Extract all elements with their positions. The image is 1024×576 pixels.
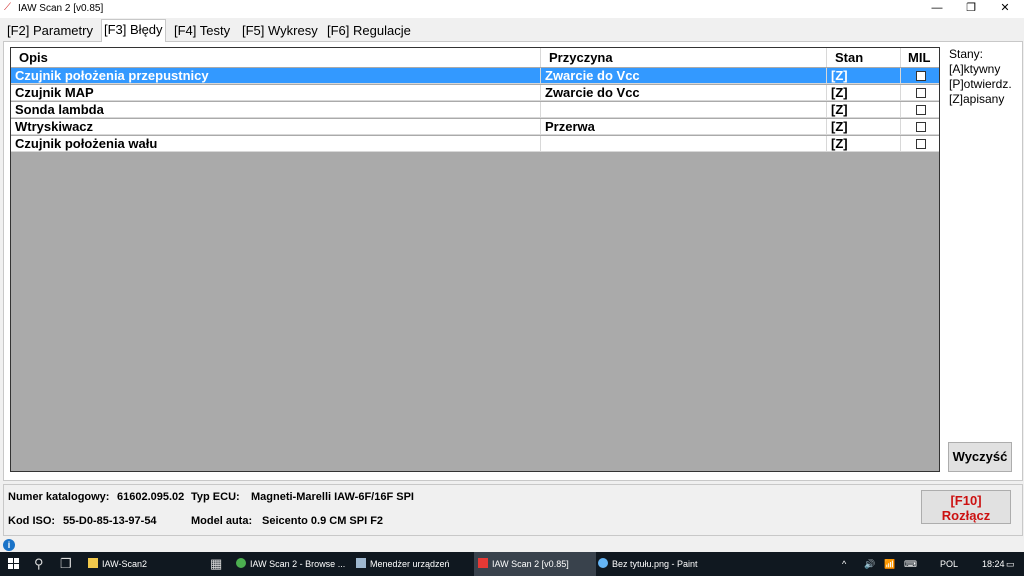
tab-testy[interactable]: [F4] Testy xyxy=(172,22,233,40)
ecu-info-bar: Numer katalogowy: 61602.095.02 Typ ECU: … xyxy=(3,484,1023,536)
legend-item-stored: [Z]apisany xyxy=(949,92,1005,106)
cell-opis: Sonda lambda xyxy=(11,102,541,118)
column-header-stan[interactable]: Stan xyxy=(827,48,901,67)
disconnect-shortcut: [F10] xyxy=(950,493,982,508)
network-icon[interactable]: 📶 xyxy=(884,552,895,576)
taskbar-item-browser[interactable]: IAW Scan 2 - Browse ... xyxy=(232,552,352,576)
cell-stan: [Z] xyxy=(827,119,901,135)
tab-parametry[interactable]: [F2] Parametry xyxy=(5,22,95,40)
cell-stan: [Z] xyxy=(827,136,901,152)
cell-mil xyxy=(901,136,939,152)
language-indicator-icon[interactable]: ⌨ xyxy=(904,552,917,576)
cell-przyczyna: Zwarcie do Vcc xyxy=(541,85,827,101)
table-row[interactable]: Czujnik MAP Zwarcie do Vcc [Z] xyxy=(11,85,939,101)
title-bar: ⟋ IAW Scan 2 [v0.85] — ❐ ✕ xyxy=(0,0,1024,18)
mil-checkbox[interactable] xyxy=(916,139,926,149)
table-row[interactable]: Czujnik położenia wału [Z] xyxy=(11,136,939,152)
iso-code-value: 55-D0-85-13-97-54 xyxy=(63,515,157,527)
car-model-label: Model auta: xyxy=(191,515,253,527)
windows-taskbar: ⚲ ❐ IAW-Scan2 ▦ IAW Scan 2 - Browse ... … xyxy=(0,552,1024,576)
iaw-scan-icon xyxy=(478,558,488,568)
iso-code-label: Kod ISO: xyxy=(8,515,56,527)
app-icon: ⟋ xyxy=(4,2,11,13)
notifications-icon[interactable]: ▭ xyxy=(1006,552,1015,576)
clock[interactable]: 18:24 xyxy=(982,552,1005,576)
show-hidden-icons[interactable]: ^ xyxy=(842,552,846,576)
cell-przyczyna: Zwarcie do Vcc xyxy=(541,68,827,84)
cell-przyczyna: Przerwa xyxy=(541,119,827,135)
window-title: IAW Scan 2 [v0.85] xyxy=(18,3,104,14)
cell-opis: Wtryskiwacz xyxy=(11,119,541,135)
search-icon[interactable]: ⚲ xyxy=(34,556,44,572)
chrome-icon xyxy=(236,558,246,568)
windows-start-icon[interactable] xyxy=(8,558,20,570)
legend-title: Stany: xyxy=(949,47,984,61)
clear-errors-button[interactable]: Wyczyść xyxy=(948,442,1012,472)
info-icon[interactable]: i xyxy=(3,539,15,551)
ecu-type-label: Typ ECU: xyxy=(191,491,240,503)
legend-item-active: [A]ktywny xyxy=(949,62,1001,76)
close-button[interactable]: ✕ xyxy=(988,0,1022,18)
mil-checkbox[interactable] xyxy=(916,105,926,115)
tab-wykresy[interactable]: [F5] Wykresy xyxy=(240,22,320,40)
mil-checkbox[interactable] xyxy=(916,71,926,81)
cell-stan: [Z] xyxy=(827,85,901,101)
paint-icon xyxy=(598,558,608,568)
mil-checkbox[interactable] xyxy=(916,122,926,132)
taskbar-item-paint[interactable]: Bez tytułu.png - Paint xyxy=(594,552,718,576)
cell-mil xyxy=(901,102,939,118)
cell-stan: [Z] xyxy=(827,102,901,118)
taskbar-item-device-manager[interactable]: Menedżer urządzeń xyxy=(352,552,472,576)
disconnect-label: Rozłącz xyxy=(941,508,991,523)
taskbar-item-iaw-scan[interactable]: IAW Scan 2 [v0.85] xyxy=(474,552,596,576)
cell-opis: Czujnik MAP xyxy=(11,85,541,101)
cell-mil xyxy=(901,119,939,135)
column-header-mil[interactable]: MIL xyxy=(901,48,939,67)
cell-mil xyxy=(901,85,939,101)
task-view-icon[interactable]: ❐ xyxy=(60,556,72,572)
language-indicator[interactable]: POL xyxy=(940,552,958,576)
cell-opis: Czujnik położenia przepustnicy xyxy=(11,68,541,84)
taskbar-item-folder[interactable]: IAW-Scan2 xyxy=(84,552,198,576)
catalog-number-value: 61602.095.02 xyxy=(117,491,185,503)
cell-opis: Czujnik położenia wału xyxy=(11,136,541,152)
table-row[interactable]: Sonda lambda [Z] xyxy=(11,102,939,118)
cell-przyczyna xyxy=(541,136,827,152)
status-legend: Stany: [A]ktywny [P]otwierdz. [Z]apisany xyxy=(949,47,1012,107)
cell-stan: [Z] xyxy=(827,68,901,84)
errors-table: Opis Przyczyna Stan MIL Czujnik położeni… xyxy=(10,47,940,472)
calculator-icon[interactable]: ▦ xyxy=(210,556,222,572)
table-row[interactable]: Wtryskiwacz Przerwa [Z] xyxy=(11,119,939,135)
errors-panel: Opis Przyczyna Stan MIL Czujnik położeni… xyxy=(3,41,1023,481)
folder-icon xyxy=(88,558,98,568)
device-manager-icon xyxy=(356,558,366,568)
column-header-opis[interactable]: Opis xyxy=(11,48,541,67)
volume-icon[interactable]: 🔊 xyxy=(864,552,875,576)
cell-mil xyxy=(901,68,939,84)
catalog-number-label: Numer katalogowy: xyxy=(8,491,110,503)
legend-item-confirmed: [P]otwierdz. xyxy=(949,77,1012,91)
mil-checkbox[interactable] xyxy=(916,88,926,98)
table-row[interactable]: Czujnik położenia przepustnicy Zwarcie d… xyxy=(11,68,939,84)
minimize-button[interactable]: — xyxy=(920,0,954,18)
restore-button[interactable]: ❐ xyxy=(954,0,988,18)
column-header-przyczyna[interactable]: Przyczyna xyxy=(541,48,827,67)
cell-przyczyna xyxy=(541,102,827,118)
tab-regulacje[interactable]: [F6] Regulacje xyxy=(325,22,413,40)
ecu-type-value: Magneti-Marelli IAW-6F/16F SPI xyxy=(251,491,414,503)
car-model-value: Seicento 0.9 CM SPI F2 xyxy=(262,515,384,527)
tab-bledy[interactable]: [F3] Błędy xyxy=(101,19,166,42)
disconnect-button[interactable]: [F10] Rozłącz xyxy=(921,490,1011,524)
table-header: Opis Przyczyna Stan MIL xyxy=(11,48,939,67)
